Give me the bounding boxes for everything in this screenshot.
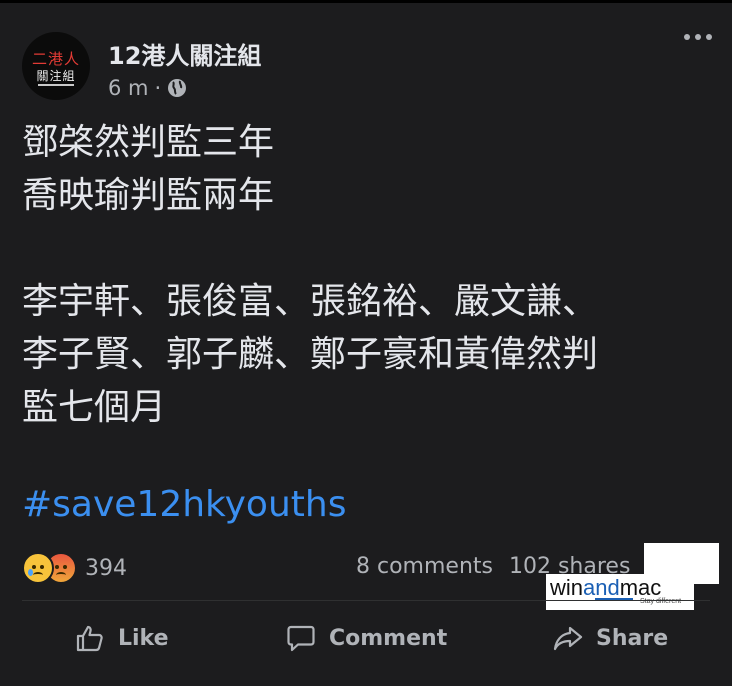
- winandmac-watermark-logo: winandmac Stay different: [546, 574, 694, 610]
- globe-icon[interactable]: [167, 78, 187, 98]
- avatar-underline: [38, 84, 74, 86]
- more-dot: [684, 34, 690, 40]
- avatar-text-line2: 關注組: [36, 69, 76, 83]
- like-button[interactable]: Like: [74, 612, 169, 664]
- like-label: Like: [118, 625, 169, 651]
- comment-button[interactable]: Comment: [285, 612, 447, 664]
- watermark-mid: and: [583, 575, 620, 600]
- post-time[interactable]: 6 m: [108, 76, 149, 100]
- reactions-summary[interactable]: 394: [22, 552, 127, 584]
- page-avatar[interactable]: 二港人 關注組: [22, 32, 90, 100]
- hashtag-link[interactable]: #save12hkyouths: [22, 484, 346, 525]
- share-label: Share: [596, 625, 669, 651]
- share-button[interactable]: Share: [552, 612, 668, 664]
- comment-bubble-icon: [287, 625, 315, 652]
- actions-divider: [22, 600, 710, 601]
- more-options-button[interactable]: [684, 34, 712, 40]
- watermark-prefix: win: [550, 575, 584, 600]
- page-name[interactable]: 12港人關注組: [108, 36, 261, 71]
- more-dot: [695, 34, 701, 40]
- more-dot: [706, 34, 712, 40]
- meta-separator: ·: [154, 76, 162, 100]
- reaction-count: 394: [85, 555, 127, 581]
- share-arrow-icon: [553, 626, 583, 651]
- watermark-suffix: mac: [619, 575, 662, 600]
- post-text: 鄧棨然判監三年 喬映瑜判監兩年 李宇軒、張俊富、張銘裕、嚴文謙、 李子賢、郭子麟…: [22, 122, 599, 428]
- action-bar: Like Comment Share: [0, 612, 732, 664]
- post-meta: 6 m ·: [108, 76, 187, 100]
- top-edge: [0, 0, 732, 3]
- avatar-text-line1: 二港人: [31, 50, 80, 68]
- sad-reaction-icon: [22, 552, 54, 584]
- comments-count[interactable]: 8 comments: [356, 554, 493, 579]
- thumbs-up-icon: [76, 625, 103, 652]
- comment-label: Comment: [329, 625, 448, 651]
